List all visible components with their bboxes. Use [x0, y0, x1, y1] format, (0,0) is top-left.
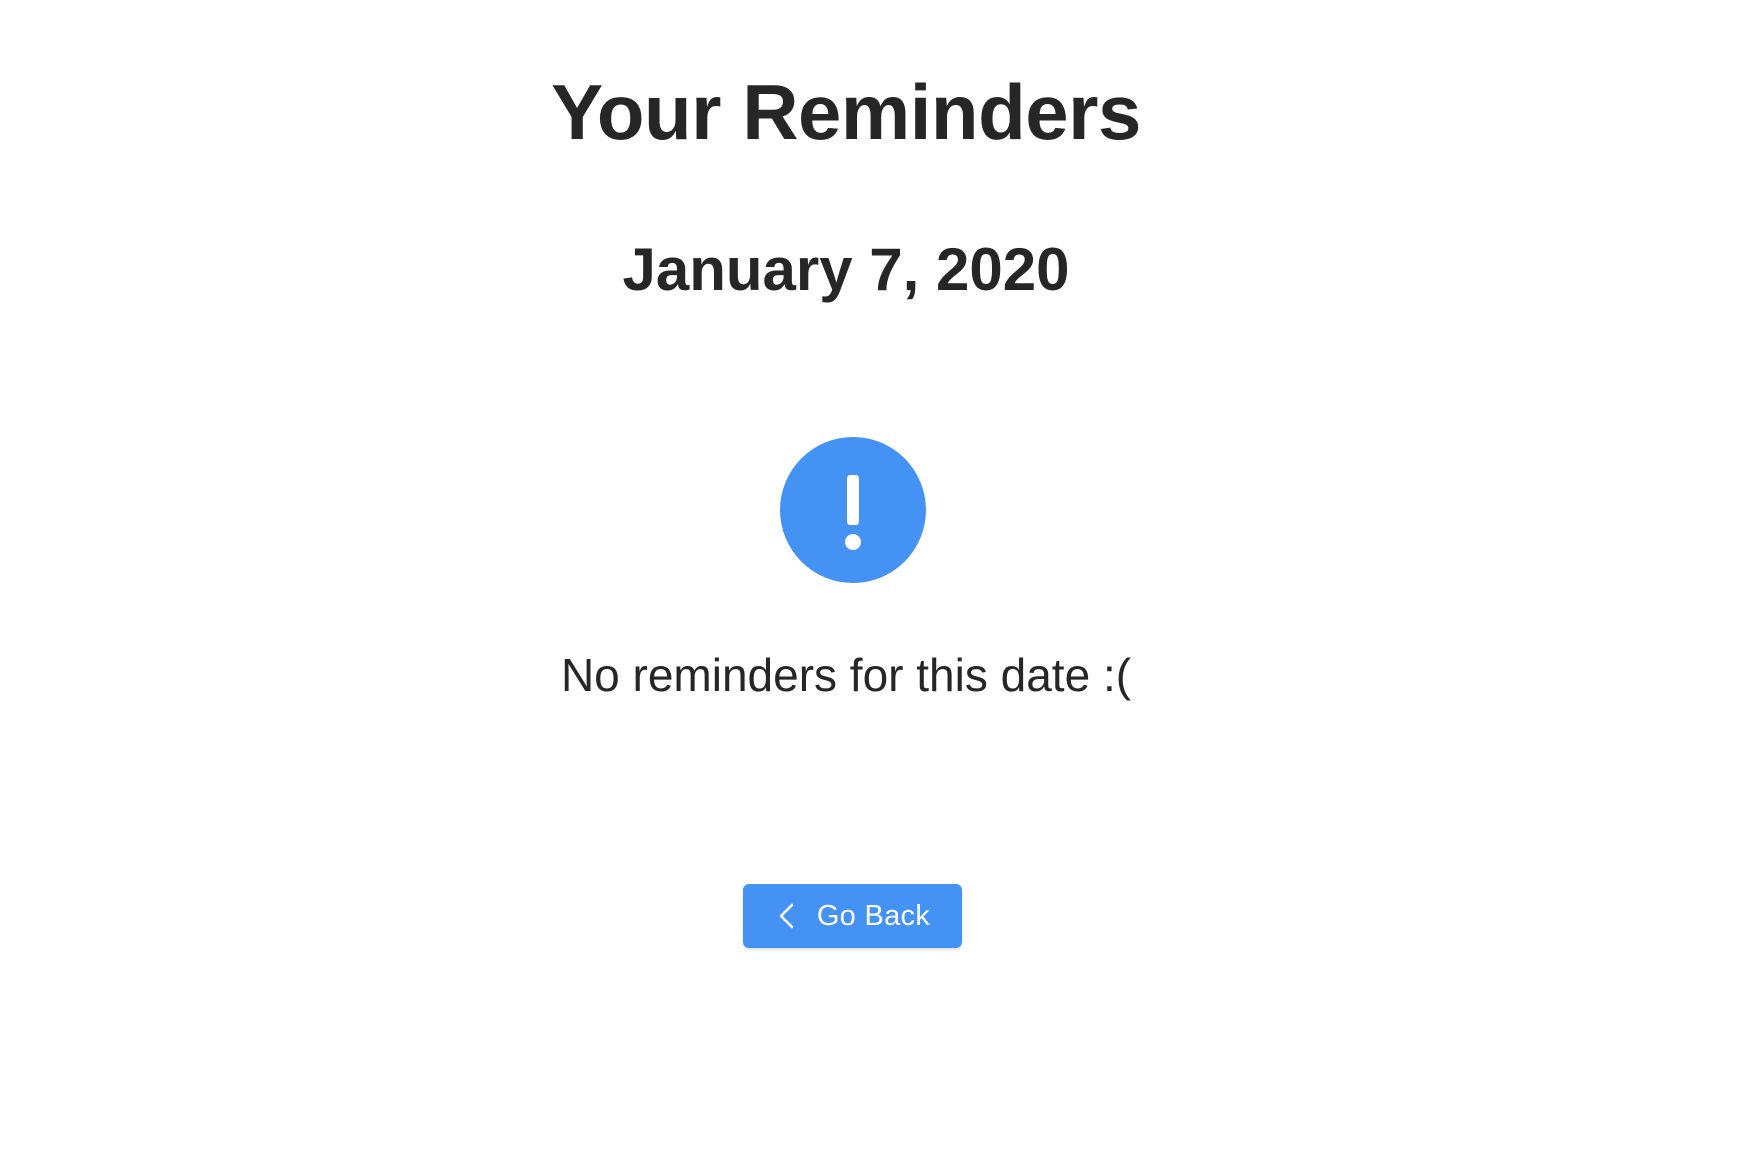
- reminders-page: Your Reminders January 7, 2020 No remind…: [0, 0, 1744, 1152]
- go-back-button[interactable]: Go Back: [743, 884, 962, 948]
- go-back-label: Go Back: [816, 899, 931, 932]
- empty-state-message: No reminders for this date :(: [560, 649, 1132, 701]
- chevron-left-icon: [779, 903, 794, 929]
- exclamation-dot: [845, 534, 861, 550]
- exclamation-circle-icon: [780, 437, 926, 583]
- exclamation-bar: [847, 475, 859, 525]
- selected-date: January 7, 2020: [622, 236, 1070, 303]
- page-title: Your Reminders: [551, 68, 1141, 156]
